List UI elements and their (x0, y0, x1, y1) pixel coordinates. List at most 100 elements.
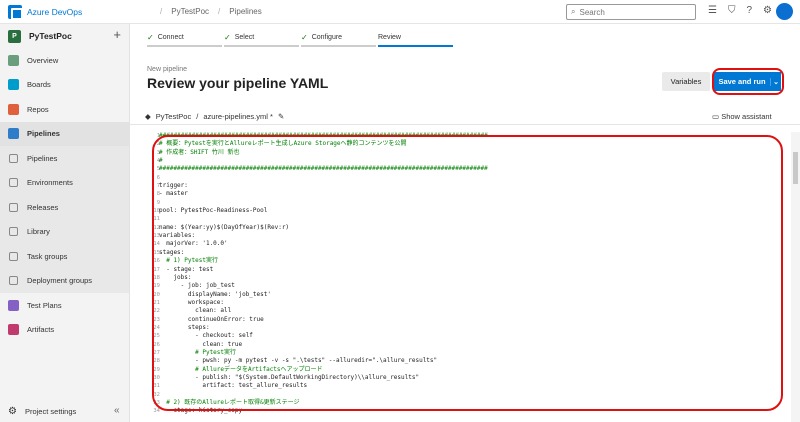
sidebar: P PyTestPoc + Overview Boards Repos Pipelin… (0, 24, 130, 422)
step-review[interactable]: Review (378, 24, 453, 50)
step-label: Select (234, 33, 255, 41)
code-line[interactable]: - publish: "$(System.DefaultWorkingDirec… (159, 374, 779, 382)
step-label: Connect (157, 33, 184, 41)
code-area[interactable]: ########################################… (159, 132, 779, 416)
sidebar-item-environments[interactable]: Environments (0, 170, 129, 195)
code-line[interactable]: displayName: 'job_test' (159, 291, 779, 299)
code-line[interactable] (159, 199, 779, 207)
variables-button[interactable]: Variables (662, 72, 710, 91)
code-line[interactable]: clean: true (159, 341, 779, 349)
task-groups-icon (9, 251, 18, 261)
project-settings[interactable]: ⚙ Project settings (8, 406, 76, 417)
sidebar-item-boards[interactable]: Boards (0, 73, 129, 98)
step-select[interactable]: ✓ Select (224, 24, 299, 50)
collapse-sidebar-icon[interactable]: « (114, 405, 120, 416)
sidebar-item-overview[interactable]: Overview (0, 48, 129, 73)
code-line[interactable]: - master (159, 190, 779, 198)
user-settings-icon[interactable]: ⚙ (763, 5, 772, 16)
sidebar-item-library[interactable]: Library (0, 219, 129, 244)
library-icon (9, 227, 18, 237)
scrollbar-thumb[interactable] (793, 152, 798, 184)
sidebar-item-pipelines[interactable]: Pipelines (0, 121, 129, 146)
brand-name[interactable]: Azure DevOps (27, 7, 82, 17)
sidebar-item-task-groups[interactable]: Task groups (0, 244, 129, 269)
repos-icon (8, 103, 19, 115)
sidebar-item-repos[interactable]: Repos (0, 97, 129, 122)
code-line[interactable]: variables: (159, 232, 779, 240)
code-line[interactable]: steps: (159, 324, 779, 332)
pipelines-icon (8, 128, 19, 140)
breadcrumb-project[interactable]: PyTestPoc (171, 7, 209, 16)
sidebar-item-pipelines[interactable]: Pipelines (0, 146, 129, 171)
code-line[interactable]: majorVer: '1.0.0' (159, 240, 779, 248)
code-line[interactable] (159, 215, 779, 223)
code-line[interactable]: workspace: (159, 299, 779, 307)
code-line[interactable]: clean: all (159, 307, 779, 315)
code-line[interactable]: # (159, 157, 779, 165)
show-assistant-button[interactable]: ▭ Show assistant (712, 112, 772, 121)
page-subtitle: New pipeline (147, 66, 188, 73)
code-line[interactable]: - job: job_test (159, 282, 779, 290)
code-line[interactable]: pool: PytestPoc-Readiness-Pool (159, 207, 779, 215)
yaml-editor[interactable]: 1 2 3 4 5 6 7 8 9 10 11 12 13 14 15 16 17 18 19 20 21 22 23 24 2… (130, 132, 790, 422)
deployment-groups-icon (9, 276, 18, 286)
add-icon[interactable]: + (113, 27, 121, 42)
search-input[interactable] (579, 7, 680, 17)
list-icon[interactable]: ☰ (708, 5, 717, 16)
sidebar-item-label: Library (27, 227, 50, 237)
wizard-steps: ✓ Connect ✓ Select ✓ Configure Review (130, 24, 800, 50)
test-plans-icon (8, 299, 19, 311)
code-line[interactable]: - pwsh: py -m pytest -v -s ".\tests" --a… (159, 357, 779, 365)
search-box[interactable]: ⌕ (566, 4, 696, 20)
code-line[interactable]: artifact: test_allure_results (159, 382, 779, 390)
sidebar-item-releases[interactable]: Releases (0, 195, 129, 220)
check-icon: ✓ (301, 32, 308, 42)
repo-name[interactable]: PyTestPoc (156, 112, 191, 121)
code-line[interactable]: # 1) Pytest実行 (159, 257, 779, 265)
code-line[interactable]: ########################################… (159, 165, 779, 173)
code-line[interactable]: - checkout: self (159, 332, 779, 340)
sidebar-item-label: Releases (27, 202, 59, 212)
code-line[interactable]: # 概要：Pytestを実行とAllureレポート生成しAzure Storag… (159, 140, 779, 148)
sidebar-item-artifacts[interactable]: Artifacts (0, 318, 129, 343)
code-line[interactable]: # 作成者：SHIFT 竹川 新也 (159, 149, 779, 157)
code-line[interactable] (159, 174, 779, 182)
sidebar-nav: Overview Boards Repos Pipelines Pipelines Env… (0, 48, 129, 342)
sidebar-item-label: Repos (27, 104, 49, 114)
sidebar-item-deployment-groups[interactable]: Deployment groups (0, 268, 129, 293)
code-line[interactable]: # Pytest実行 (159, 349, 779, 357)
avatar[interactable] (776, 3, 793, 20)
sidebar-item-test-plans[interactable]: Test Plans (0, 293, 129, 318)
sidebar-item-label: Task groups (27, 251, 68, 261)
sidebar-item-label: Pipelines (27, 153, 58, 163)
code-line[interactable]: name: $(Year:yy)$(DayOfYear)$(Rev:r) (159, 224, 779, 232)
project-header[interactable]: P PyTestPoc + (0, 24, 129, 48)
show-assistant-label: Show assistant (721, 112, 772, 121)
rename-icon[interactable]: ✎ (278, 112, 284, 121)
assistant-icon: ▭ (712, 112, 720, 121)
shopping-bag-icon[interactable]: ⛉ (728, 5, 736, 16)
code-line[interactable]: continueOnError: true (159, 316, 779, 324)
code-line[interactable]: - stage: test (159, 266, 779, 274)
releases-icon (9, 202, 18, 212)
code-line[interactable]: - stage: history_copy (159, 407, 779, 415)
code-line[interactable]: # 2) 既存のAllureレポート取得&更新ステージ (159, 399, 779, 407)
breadcrumb-pipelines[interactable]: Pipelines (229, 7, 261, 16)
code-line[interactable]: stages: (159, 249, 779, 257)
step-configure[interactable]: ✓ Configure (301, 24, 376, 50)
environments-icon (9, 178, 18, 188)
file-path[interactable]: azure-pipelines.yml * (203, 112, 273, 121)
code-line[interactable]: trigger: (159, 182, 779, 190)
azure-devops-logo-icon[interactable] (8, 4, 23, 20)
code-line[interactable]: jobs: (159, 274, 779, 282)
pipelines-sub-icon (9, 153, 18, 163)
code-line[interactable]: # AllureデータをArtifactsへアップロード (159, 366, 779, 374)
help-icon[interactable]: ? (746, 5, 752, 16)
code-line[interactable] (159, 391, 779, 399)
page-title: Review your pipeline YAML (147, 75, 329, 91)
boards-icon (8, 79, 19, 91)
project-settings-label: Project settings (24, 407, 77, 416)
step-label: Review (378, 33, 401, 41)
path-separator: / (196, 112, 199, 121)
step-connect[interactable]: ✓ Connect (147, 24, 222, 50)
